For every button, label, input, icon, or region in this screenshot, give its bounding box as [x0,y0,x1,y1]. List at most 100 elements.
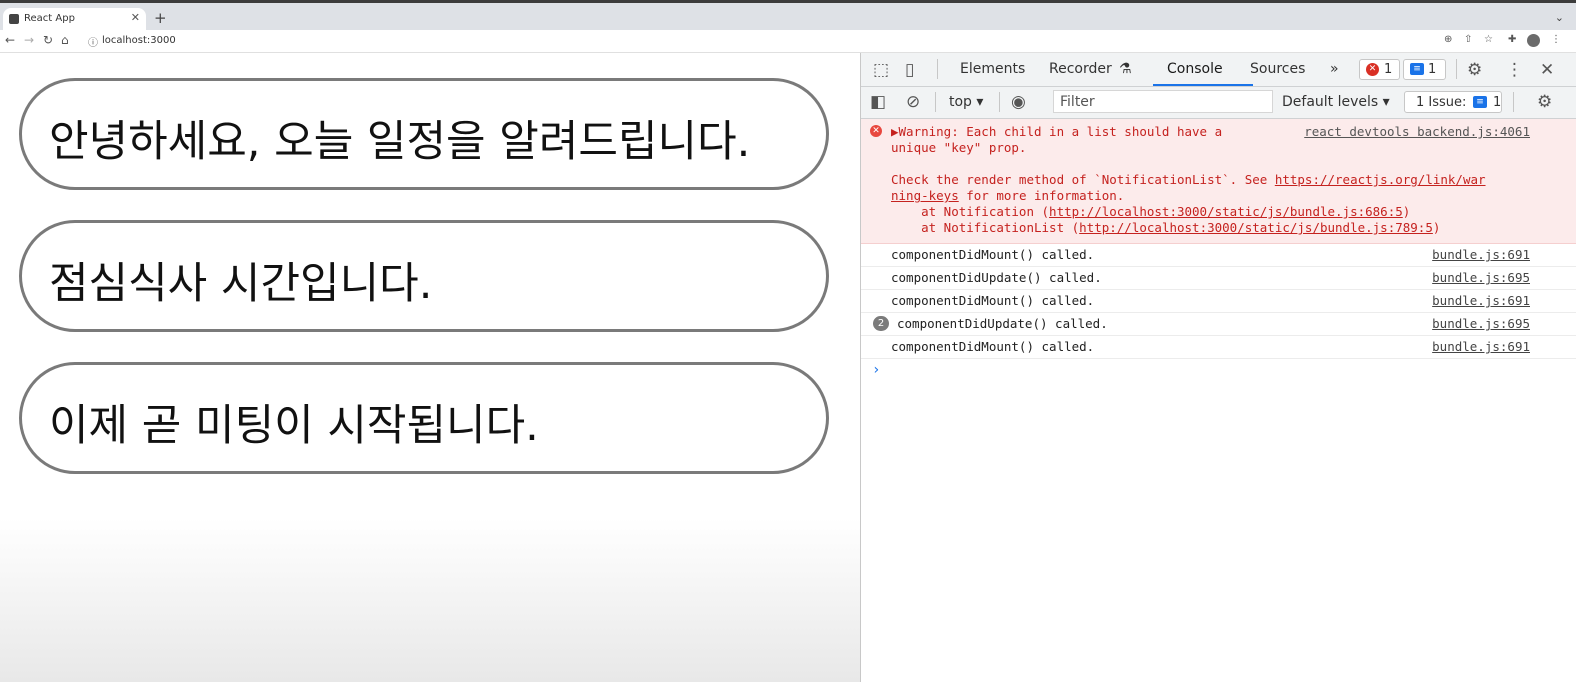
browser-menu-icon[interactable]: ⋮ [1551,34,1561,45]
sidebar-toggle-icon[interactable]: ◧ [870,92,886,112]
react-favicon-icon [9,14,19,24]
tab-console[interactable]: Console [1167,61,1223,77]
flask-icon: ⚗ [1119,61,1132,77]
tab-search-chevron-icon[interactable]: ⌄ [1555,11,1564,24]
bookmark-star-icon[interactable]: ☆ [1484,34,1493,45]
issues-button[interactable]: 1 Issue: ≡ 1 [1404,91,1502,113]
back-arrow-icon[interactable]: ← [5,33,15,47]
tab-title: React App [24,13,75,24]
issues-count: 1 [1493,95,1502,110]
notification-card: 안녕하세요, 오늘 일정을 알려드립니다. [19,78,829,190]
page-viewport: 안녕하세요, 오늘 일정을 알려드립니다. 점심식사 시간입니다. 이제 곧 미… [0,53,860,682]
info-count: 1 [1428,62,1437,77]
warning-text: Check the render method of `Notification… [891,172,1275,187]
source-link[interactable]: bundle.js:691 [1432,339,1530,354]
active-tab-indicator [1153,84,1253,86]
more-tabs-button[interactable]: » [1330,61,1339,77]
console-log-entry: componentDidMount() called. bundle.js:69… [861,243,1576,267]
stack-frame-text: at Notification ( [891,204,1050,219]
inspect-element-icon[interactable]: ⬚ [873,60,889,80]
tab-close-icon[interactable]: ✕ [131,11,140,24]
warning-line: ning-keys for more information. [891,188,1124,203]
context-selector[interactable]: top ▾ [949,94,983,110]
message-icon: ≡ [1410,63,1424,75]
log-levels-dropdown[interactable]: Default levels ▾ [1282,94,1390,110]
toolbar-divider [935,92,936,112]
toolbar-divider [1456,59,1457,79]
context-value: top [949,94,972,110]
console-log-entry: componentDidUpdate() called. bundle.js:6… [861,266,1576,290]
source-link[interactable]: bundle.js:691 [1432,247,1530,262]
browser-toolbar: ← → ↻ ⌂ ⓘ localhost:3000 ⊕ ⇧ ☆ ✚ ⋮ [0,30,1576,53]
error-circle-icon: ✕ [870,125,882,137]
address-bar[interactable]: ⓘ localhost:3000 [80,32,1410,49]
profile-avatar[interactable] [1527,34,1540,47]
settings-gear-icon[interactable]: ⚙ [1467,60,1482,80]
close-devtools-icon[interactable]: ✕ [1540,60,1554,80]
log-levels-value: Default levels [1282,94,1379,110]
warning-line[interactable]: ▶Warning: Each child in a list should ha… [891,124,1222,139]
tab-elements[interactable]: Elements [960,61,1025,77]
console-filter-input[interactable]: Filter [1053,90,1273,113]
issue-icon: ≡ [1473,96,1487,108]
home-icon[interactable]: ⌂ [61,33,69,47]
clear-console-icon[interactable]: ⊘ [906,92,920,112]
site-info-icon[interactable]: ⓘ [88,34,98,49]
log-message: componentDidUpdate() called. [897,316,1108,331]
toolbar-divider [937,59,938,79]
devtools-tab-bar: ⬚ ▯ Elements Recorder ⚗ Console Sources … [861,53,1576,87]
console-log-entry: 2 componentDidUpdate() called. bundle.js… [861,312,1576,336]
error-count-badge[interactable]: ✕ 1 [1359,59,1400,80]
new-tab-button[interactable]: + [154,9,167,27]
stack-frame: at Notification (http://localhost:3000/s… [891,204,1410,219]
log-message: componentDidMount() called. [891,293,1095,308]
repeat-count-badge: 2 [873,316,889,331]
error-icon: ✕ [1366,63,1379,76]
filter-placeholder: Filter [1060,94,1095,110]
console-output: ✕ ▶Warning: Each child in a list should … [861,119,1576,682]
reload-icon[interactable]: ↻ [43,33,53,47]
stack-frame-link[interactable]: http://localhost:3000/static/js/bundle.j… [1049,204,1403,219]
toolbar-divider [999,92,1000,112]
error-count: 1 [1384,62,1393,77]
log-message: componentDidMount() called. [891,339,1095,354]
source-link[interactable]: bundle.js:695 [1432,270,1530,285]
console-toolbar: ◧ ⊘ top ▾ ◉ Filter Default levels ▾ 1 Is… [861,87,1576,119]
source-link[interactable]: bundle.js:691 [1432,293,1530,308]
console-settings-gear-icon[interactable]: ⚙ [1537,92,1552,112]
stack-frame-link[interactable]: http://localhost:3000/static/js/bundle.j… [1079,220,1433,235]
log-message: componentDidMount() called. [891,247,1095,262]
warning-text: for more information. [958,188,1125,203]
notification-card: 이제 곧 미팅이 시작됩니다. [19,362,829,474]
console-prompt[interactable]: › [872,362,880,378]
info-count-badge[interactable]: ≡ 1 [1403,59,1446,80]
source-link[interactable]: react devtools backend.js:4061 [1304,124,1530,139]
notification-card: 점심식사 시간입니다. [19,220,829,332]
extensions-puzzle-icon[interactable]: ✚ [1508,34,1516,45]
zoom-icon[interactable]: ⊕ [1444,34,1452,45]
stack-frame-text: ) [1402,204,1411,219]
toolbar-divider [1513,92,1514,112]
url-text[interactable]: localhost:3000 [102,35,176,46]
notification-message: 안녕하세요, 오늘 일정을 알려드립니다. [49,117,751,167]
tab-recorder[interactable]: Recorder [1049,61,1112,77]
browser-tab-strip: React App ✕ + ⌄ [0,0,1576,33]
forward-arrow-icon[interactable]: → [24,33,34,47]
stack-frame: at NotificationList (http://localhost:30… [891,220,1440,235]
console-warning-entry[interactable]: ✕ ▶Warning: Each child in a list should … [861,119,1576,244]
live-expression-eye-icon[interactable]: ◉ [1011,92,1026,112]
warning-line: unique "key" prop. [891,140,1027,155]
docs-link-cont[interactable]: ning-keys [891,188,959,203]
devtools-menu-icon[interactable]: ⋮ [1506,60,1523,80]
tab-sources[interactable]: Sources [1250,61,1305,77]
notification-message: 이제 곧 미팅이 시작됩니다. [49,401,539,451]
device-toggle-icon[interactable]: ▯ [905,60,914,80]
warning-line: Check the render method of `Notification… [891,172,1486,187]
notification-message: 점심식사 시간입니다. [49,259,433,309]
share-icon[interactable]: ⇧ [1464,34,1472,45]
source-link[interactable]: bundle.js:695 [1432,316,1530,331]
devtools-panel: ⬚ ▯ Elements Recorder ⚗ Console Sources … [861,53,1576,682]
docs-link[interactable]: https://reactjs.org/link/war [1275,172,1486,187]
stack-frame-text: ) [1432,220,1441,235]
console-log-entry: componentDidMount() called. bundle.js:69… [861,335,1576,359]
